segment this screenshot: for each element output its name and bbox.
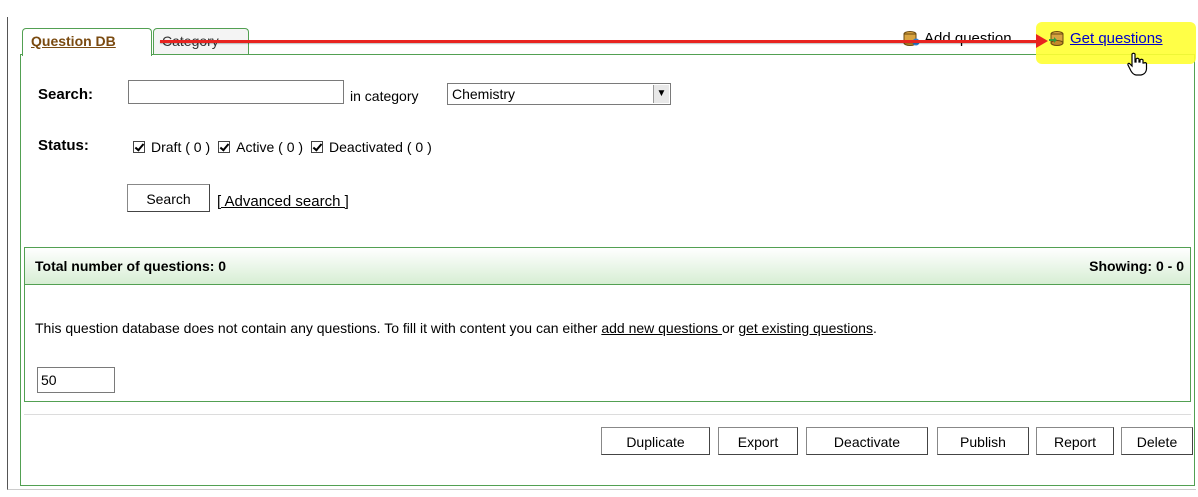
hand-cursor-icon [1126, 52, 1148, 79]
category-select[interactable]: Chemistry ▼ [447, 83, 671, 105]
get-questions-link[interactable]: Get questions [1070, 30, 1163, 47]
add-question-label: Add question [924, 30, 1012, 47]
chevron-down-icon[interactable]: ▼ [653, 85, 669, 103]
status-draft[interactable]: Draft ( 0 ) [133, 139, 210, 155]
per-page-input[interactable]: 50 [37, 367, 115, 393]
duplicate-button[interactable]: Duplicate [601, 427, 710, 455]
search-label: Search: [38, 86, 94, 103]
tab-question-db[interactable]: Question DB [22, 28, 152, 56]
deactivated-label: Deactivated ( 0 ) [329, 139, 432, 155]
add-new-questions-link[interactable]: add new questions [601, 320, 722, 336]
advanced-search-link[interactable]: [ Advanced search ] [217, 193, 349, 210]
status-label: Status: [38, 137, 89, 154]
publish-button[interactable]: Publish [937, 427, 1029, 455]
status-active[interactable]: Active ( 0 ) [218, 139, 303, 155]
empty-message: This question database does not contain … [35, 320, 877, 336]
results-panel: Total number of questions: 0 Showing: 0 … [24, 247, 1191, 402]
annotation-arrow-head [1036, 34, 1048, 48]
report-button[interactable]: Report [1036, 427, 1114, 455]
deactivate-button[interactable]: Deactivate [806, 427, 928, 455]
active-label: Active ( 0 ) [236, 139, 304, 155]
search-input[interactable] [128, 80, 344, 104]
total-questions: Total number of questions: 0 [35, 258, 227, 274]
in-category-label: in category [350, 88, 419, 104]
results-header: Total number of questions: 0 Showing: 0 … [25, 248, 1190, 285]
deactivated-checkbox[interactable] [311, 141, 324, 153]
active-checkbox[interactable] [218, 141, 231, 153]
empty-message-text: This question database does not contain … [35, 320, 602, 336]
showing-range: Showing: 0 - 0 [1089, 258, 1184, 274]
search-button[interactable]: Search [127, 184, 210, 212]
delete-button[interactable]: Delete [1121, 427, 1193, 455]
export-button[interactable]: Export [718, 427, 798, 455]
empty-message-or: or [721, 320, 739, 336]
add-question-button[interactable]: Add question [902, 30, 1012, 47]
advanced-search-link-wrapper: [ Advanced search ] [217, 193, 349, 210]
get-existing-questions-link[interactable]: get existing questions [738, 320, 873, 336]
category-select-value: Chemistry [452, 86, 516, 102]
status-filters: Draft ( 0 ) Active ( 0 ) Deactivated ( 0… [133, 139, 434, 155]
annotation-arrow-line [160, 40, 1040, 43]
status-deactivated[interactable]: Deactivated ( 0 ) [311, 139, 432, 155]
empty-message-end: . [872, 320, 877, 336]
draft-label: Draft ( 0 ) [151, 139, 211, 155]
divider [24, 414, 1191, 415]
get-questions-button[interactable]: Get questions [1048, 30, 1163, 47]
database-import-icon [1048, 30, 1066, 47]
draft-checkbox[interactable] [133, 141, 145, 153]
database-add-icon [902, 30, 920, 47]
